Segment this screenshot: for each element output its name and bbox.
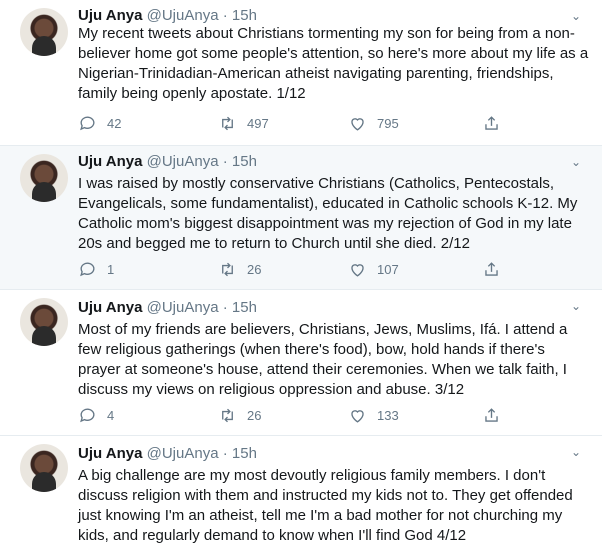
like-count: 795 <box>377 115 399 131</box>
timestamp[interactable]: 15h <box>232 299 257 316</box>
tweet-2[interactable]: Uju Anya @UjuAnya · 15h ⌄ I was raised b… <box>0 146 602 290</box>
reply-count: 42 <box>107 115 122 131</box>
chevron-down-icon[interactable]: ⌄ <box>568 444 584 460</box>
timestamp[interactable]: 15h <box>232 445 257 462</box>
tweet-header: Uju Anya @UjuAnya · 15h <box>78 298 257 318</box>
chevron-down-icon[interactable]: ⌄ <box>568 154 584 170</box>
reply-button[interactable]: 4 <box>78 404 114 426</box>
author-handle[interactable]: @UjuAnya <box>147 153 219 170</box>
separator: · <box>222 445 228 462</box>
reply-icon <box>80 408 95 422</box>
tweet-text: I was raised by mostly conservative Chri… <box>78 175 578 252</box>
tweet-header: Uju Anya @UjuAnya · 15h <box>78 6 257 26</box>
reply-button[interactable]: 42 <box>78 112 121 134</box>
tweet-3[interactable]: Uju Anya @UjuAnya · 15h ⌄ Most of my fri… <box>0 290 602 436</box>
tweet-actions: 4 26 133 <box>78 404 498 426</box>
retweet-icon <box>222 116 233 130</box>
retweet-count: 26 <box>247 261 262 277</box>
tweet-4[interactable]: Uju Anya @UjuAnya · 15h ⌄ A big challeng… <box>0 436 602 550</box>
share-button[interactable] <box>482 112 501 134</box>
retweet-icon <box>222 262 233 276</box>
retweet-button[interactable]: 26 <box>218 258 261 280</box>
share-icon <box>485 115 498 130</box>
retweet-button[interactable]: 26 <box>218 404 261 426</box>
retweet-icon <box>222 408 233 422</box>
retweet-count: 26 <box>247 407 262 423</box>
like-icon <box>351 409 364 423</box>
tweet-header: Uju Anya @UjuAnya · 15h <box>78 152 257 172</box>
tweet-actions: 42 497 795 <box>78 112 498 134</box>
tweet-header: Uju Anya @UjuAnya · 15h <box>78 444 257 464</box>
share-button[interactable] <box>482 404 501 426</box>
like-icon <box>351 117 364 131</box>
author-handle[interactable]: @UjuAnya <box>147 445 219 462</box>
author-handle[interactable]: @UjuAnya <box>147 299 219 316</box>
tweet-actions: 1 26 107 <box>78 258 498 280</box>
author-name[interactable]: Uju Anya <box>78 299 142 316</box>
like-count: 107 <box>377 261 399 277</box>
like-icon <box>351 263 364 277</box>
separator: · <box>222 299 228 316</box>
tweet-thread: Uju Anya @UjuAnya · 15h ⌄ My recent twee… <box>0 0 602 550</box>
tweet-text: A big challenge are my most devoutly rel… <box>78 467 573 544</box>
separator: · <box>222 153 228 170</box>
like-button[interactable]: 107 <box>348 258 399 280</box>
avatar[interactable] <box>20 298 68 346</box>
like-count: 133 <box>377 407 399 423</box>
share-button[interactable] <box>482 258 501 280</box>
avatar[interactable] <box>20 8 68 56</box>
chevron-down-icon[interactable]: ⌄ <box>568 8 584 24</box>
tweet-text: Most of my friends are believers, Christ… <box>78 321 568 398</box>
retweet-count: 497 <box>247 115 269 131</box>
like-button[interactable]: 133 <box>348 404 399 426</box>
timestamp[interactable]: 15h <box>232 7 257 24</box>
avatar[interactable] <box>20 154 68 202</box>
tweet-1[interactable]: Uju Anya @UjuAnya · 15h ⌄ My recent twee… <box>0 0 602 146</box>
author-name[interactable]: Uju Anya <box>78 7 142 24</box>
reply-icon <box>80 262 95 276</box>
author-handle[interactable]: @UjuAnya <box>147 7 219 24</box>
retweet-button[interactable]: 497 <box>218 112 269 134</box>
author-name[interactable]: Uju Anya <box>78 445 142 462</box>
reply-count: 1 <box>107 261 115 277</box>
timestamp[interactable]: 15h <box>232 153 257 170</box>
chevron-down-icon[interactable]: ⌄ <box>568 298 584 314</box>
reply-button[interactable]: 1 <box>78 258 114 280</box>
author-name[interactable]: Uju Anya <box>78 153 142 170</box>
separator: · <box>222 7 228 24</box>
reply-count: 4 <box>107 407 115 423</box>
like-button[interactable]: 795 <box>348 112 399 134</box>
avatar[interactable] <box>20 444 68 492</box>
reply-icon <box>80 116 95 130</box>
share-icon <box>485 407 498 422</box>
share-icon <box>485 261 498 276</box>
tweet-text: My recent tweets about Christians tormen… <box>78 25 589 102</box>
